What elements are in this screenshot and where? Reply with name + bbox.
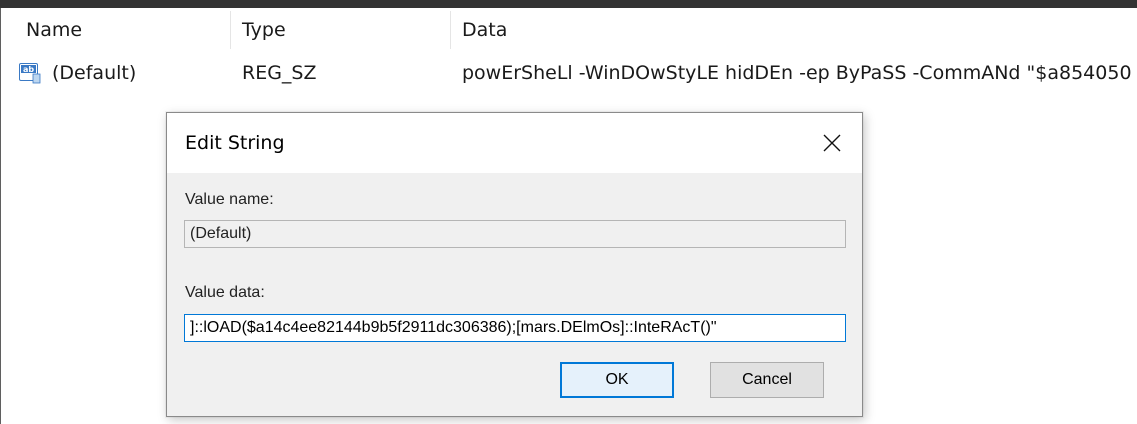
value-data-label: Value data: (185, 284, 265, 301)
dialog-title: Edit String (185, 132, 285, 154)
table-row[interactable]: ab (Default) REG_SZ powErSheLl -WinDOwSt… (14, 56, 1137, 90)
registry-editor-screen: Name Type Data ab (Default) REG_SZ powEr… (0, 0, 1137, 424)
column-header-data[interactable]: Data (456, 11, 1137, 49)
list-left-border (0, 8, 1, 424)
close-button[interactable] (802, 113, 862, 173)
svg-text:ab: ab (23, 65, 34, 74)
registry-string-ab-icon: ab (19, 62, 41, 84)
column-separator[interactable] (230, 11, 231, 49)
cancel-button[interactable]: Cancel (710, 362, 824, 398)
list-top-border (0, 0, 1137, 8)
ok-button[interactable]: OK (560, 362, 674, 398)
close-icon (823, 134, 841, 152)
column-header-type[interactable]: Type (236, 11, 450, 49)
dialog-titlebar[interactable]: Edit String (167, 113, 862, 173)
value-data-text: ]::lOAD($a14c4ee82144b9b5f2911dc306386);… (190, 319, 717, 336)
value-name-label: Value name: (185, 191, 274, 208)
row-data-cell: powErSheLl -WinDOwStyLE hidDEn -ep ByPaS… (462, 62, 1132, 84)
column-separator[interactable] (450, 11, 451, 49)
value-name-field[interactable]: (Default) (184, 220, 846, 248)
row-name-cell: (Default) (52, 62, 137, 84)
value-data-input[interactable]: ]::lOAD($a14c4ee82144b9b5f2911dc306386);… (184, 314, 846, 342)
row-type-cell: REG_SZ (242, 62, 317, 84)
column-header-name[interactable]: Name (20, 11, 230, 49)
edit-string-dialog: Edit String Value name: (Default) Value … (166, 112, 863, 417)
